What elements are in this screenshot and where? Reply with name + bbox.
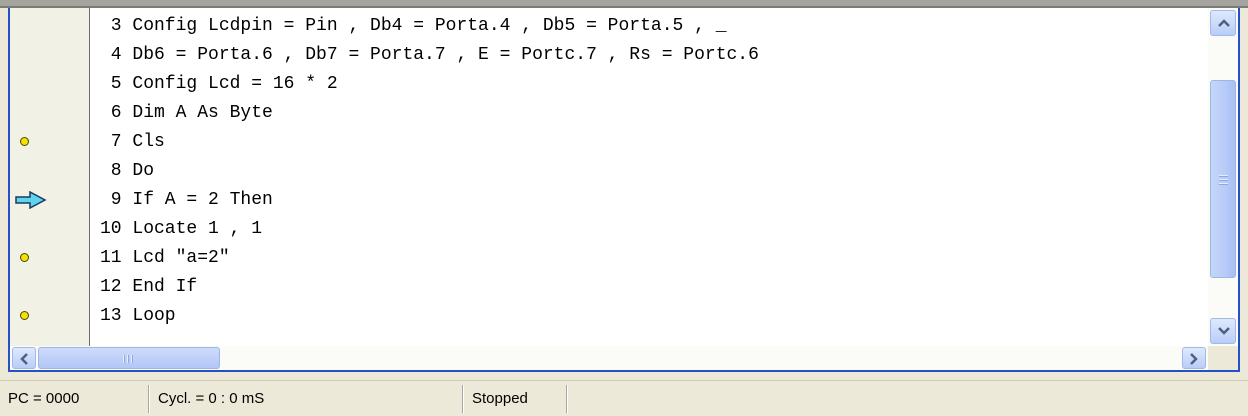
- scroll-down-button[interactable]: [1210, 318, 1236, 344]
- code-line[interactable]: 10 Locate 1 , 1: [90, 214, 1208, 243]
- scrollbar-corner: [1208, 346, 1238, 370]
- gutter-cell[interactable]: [10, 272, 89, 301]
- status-cycles: Cycl. = 0 : 0 mS: [158, 390, 265, 407]
- vertical-scrollbar[interactable]: [1208, 8, 1238, 346]
- breakpoint-dot-icon: [20, 311, 29, 320]
- code-line-text: 11 Lcd "a=2": [100, 248, 230, 268]
- code-line-text: 10 Locate 1 , 1: [100, 219, 263, 239]
- gutter-cell[interactable]: [10, 185, 89, 214]
- gutter-cell[interactable]: [10, 156, 89, 185]
- code-line-text: 6 Dim A As Byte: [100, 103, 273, 123]
- code-line[interactable]: 11 Lcd "a=2": [90, 243, 1208, 272]
- chevron-right-icon: [1190, 353, 1198, 365]
- code-line-text: 4 Db6 = Porta.6 , Db7 = Porta.7 , E = Po…: [100, 45, 759, 65]
- gutter-cell[interactable]: [10, 243, 89, 272]
- scroll-left-button[interactable]: [12, 347, 36, 369]
- gutter-cell[interactable]: [10, 127, 89, 156]
- gutter-cell[interactable]: [10, 11, 89, 40]
- horizontal-scrollbar[interactable]: [10, 346, 1208, 370]
- code-line[interactable]: 3 Config Lcdpin = Pin , Db4 = Porta.4 , …: [90, 11, 1208, 40]
- chevron-left-icon: [20, 353, 28, 365]
- code-area[interactable]: 3 Config Lcdpin = Pin , Db4 = Porta.4 , …: [90, 8, 1208, 346]
- chevron-up-icon: [1218, 19, 1230, 27]
- code-line-text: 5 Config Lcd = 16 * 2: [100, 74, 338, 94]
- gutter-cell[interactable]: [10, 214, 89, 243]
- code-line-text: 3 Config Lcdpin = Pin , Db4 = Porta.4 , …: [100, 16, 727, 36]
- code-line-text: 9 If A = 2 Then: [100, 190, 273, 210]
- status-separator: [462, 385, 464, 413]
- breakpoint-gutter[interactable]: [10, 8, 90, 346]
- code-line[interactable]: 13 Loop: [90, 301, 1208, 330]
- status-separator: [148, 385, 150, 413]
- code-line[interactable]: 12 End If: [90, 272, 1208, 301]
- vertical-scroll-thumb[interactable]: [1210, 80, 1236, 278]
- code-line-text: 12 End If: [100, 277, 198, 297]
- current-line-arrow-icon: [15, 191, 47, 209]
- breakpoint-dot-icon: [20, 253, 29, 262]
- status-run-state: Stopped: [472, 390, 528, 407]
- code-editor[interactable]: 3 Config Lcdpin = Pin , Db4 = Porta.4 , …: [8, 8, 1240, 372]
- status-separator: [566, 385, 568, 413]
- code-line-text: 7 Cls: [100, 132, 165, 152]
- breakpoint-dot-icon: [20, 137, 29, 146]
- status-program-counter: PC = 0000: [8, 390, 80, 407]
- code-line[interactable]: 4 Db6 = Porta.6 , Db7 = Porta.7 , E = Po…: [90, 40, 1208, 69]
- code-line[interactable]: 8 Do: [90, 156, 1208, 185]
- window-top-frame: [0, 0, 1248, 8]
- gutter-cell[interactable]: [10, 98, 89, 127]
- chevron-down-icon: [1218, 327, 1230, 335]
- gutter-cell[interactable]: [10, 301, 89, 330]
- code-line[interactable]: 7 Cls: [90, 127, 1208, 156]
- horizontal-scroll-thumb[interactable]: [38, 347, 220, 369]
- gutter-cell[interactable]: [10, 40, 89, 69]
- status-bar: PC = 0000 Cycl. = 0 : 0 mS Stopped: [0, 380, 1248, 416]
- code-line-text: 13 Loop: [100, 306, 176, 326]
- code-line[interactable]: 5 Config Lcd = 16 * 2: [90, 69, 1208, 98]
- code-line[interactable]: 9 If A = 2 Then: [90, 185, 1208, 214]
- code-line-text: 8 Do: [100, 161, 155, 181]
- scroll-up-button[interactable]: [1210, 10, 1236, 36]
- code-line[interactable]: 6 Dim A As Byte: [90, 98, 1208, 127]
- scroll-right-button[interactable]: [1182, 347, 1206, 369]
- gutter-cell[interactable]: [10, 69, 89, 98]
